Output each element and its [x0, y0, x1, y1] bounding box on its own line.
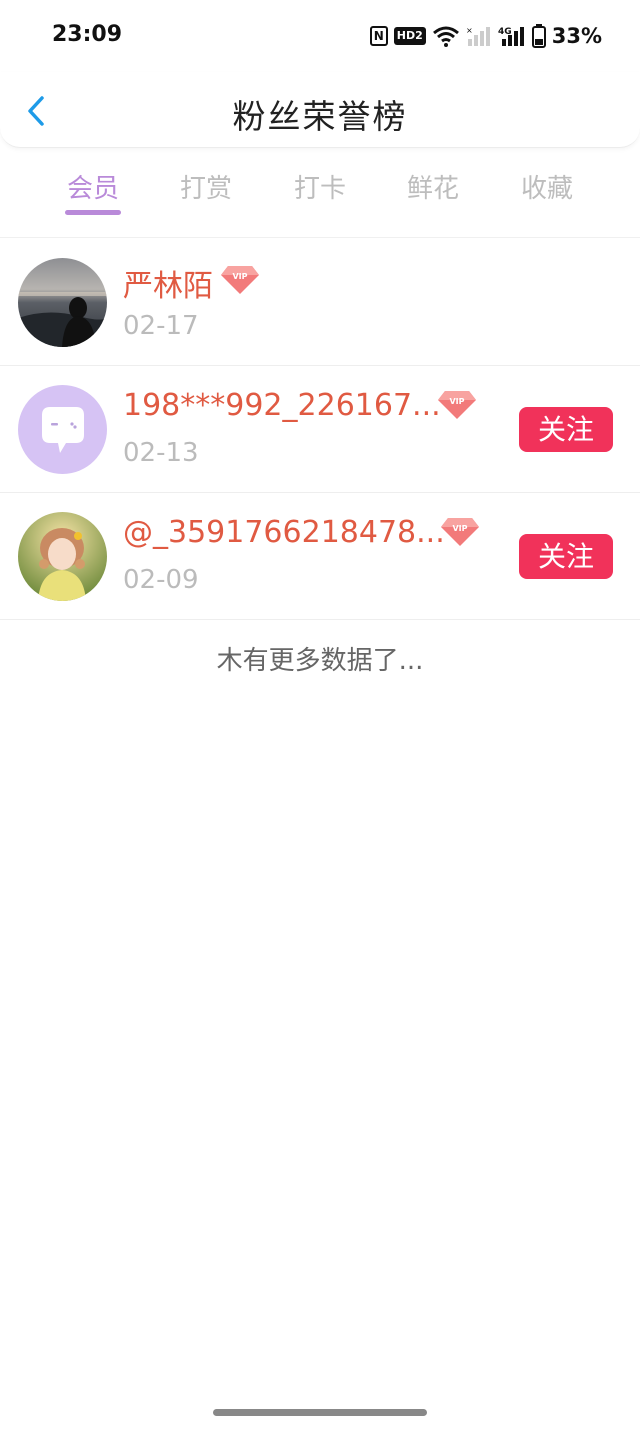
follow-button[interactable]: 关注	[519, 407, 613, 452]
status-icons: N HD2 × 4G 33%	[369, 22, 602, 50]
fan-name[interactable]: 198***992_226167...	[123, 388, 441, 423]
follow-button[interactable]: 关注	[519, 534, 613, 579]
list-item[interactable]: 198***992_226167... VIP 02-13 关注	[0, 366, 640, 493]
hd-voice-icon: HD2	[393, 27, 426, 45]
fans-list: 严林陌 VIP 02-17 198***992_226167... VIP 02…	[0, 239, 640, 620]
top-nav-bar: 粉丝荣誉榜	[0, 72, 640, 148]
vip-label: VIP	[449, 397, 464, 406]
tab-members[interactable]: 会员	[48, 168, 138, 205]
wifi-icon	[432, 25, 460, 47]
tab-favorites[interactable]: 收藏	[502, 168, 592, 205]
home-indicator[interactable]	[213, 1409, 427, 1416]
no-more-data-text: 木有更多数据了...	[216, 646, 424, 676]
avatar[interactable]	[18, 258, 107, 347]
fan-name[interactable]: @_3591766218478...	[123, 515, 445, 550]
status-time: 23:09	[52, 22, 123, 47]
tab-tips[interactable]: 打赏	[161, 168, 251, 205]
list-item[interactable]: @_3591766218478... VIP 02-09 关注	[0, 493, 640, 620]
vip-diamond-icon: VIP	[438, 391, 476, 419]
active-tab-indicator	[65, 210, 121, 215]
avatar[interactable]	[18, 512, 107, 601]
signal-sim2-icon: ×	[466, 25, 492, 47]
avatar[interactable]	[18, 385, 107, 474]
battery-icon	[531, 24, 546, 48]
tab-flowers[interactable]: 鲜花	[388, 168, 478, 205]
nfc-icon: N	[369, 26, 388, 46]
tab-bar: 会员 打赏 打卡 鲜花 收藏	[0, 160, 640, 238]
vip-diamond-icon: VIP	[221, 266, 259, 294]
list-item[interactable]: 严林陌 VIP 02-17	[0, 239, 640, 366]
tab-checkin[interactable]: 打卡	[275, 168, 365, 205]
vip-label: VIP	[452, 524, 467, 533]
page-title: 粉丝荣誉榜	[232, 97, 408, 136]
battery-percent: 33%	[551, 24, 602, 48]
fan-date: 02-13	[123, 438, 199, 468]
fan-name[interactable]: 严林陌	[123, 261, 213, 305]
fan-date: 02-17	[123, 311, 199, 341]
vip-diamond-icon: VIP	[441, 518, 479, 546]
vip-label: VIP	[232, 272, 247, 281]
signal-4g-icon: 4G	[498, 25, 526, 47]
svg-text:×: ×	[466, 26, 473, 35]
fan-date: 02-09	[123, 565, 199, 595]
status-bar: 23:09 N HD2 × 4G 33%	[0, 0, 640, 72]
